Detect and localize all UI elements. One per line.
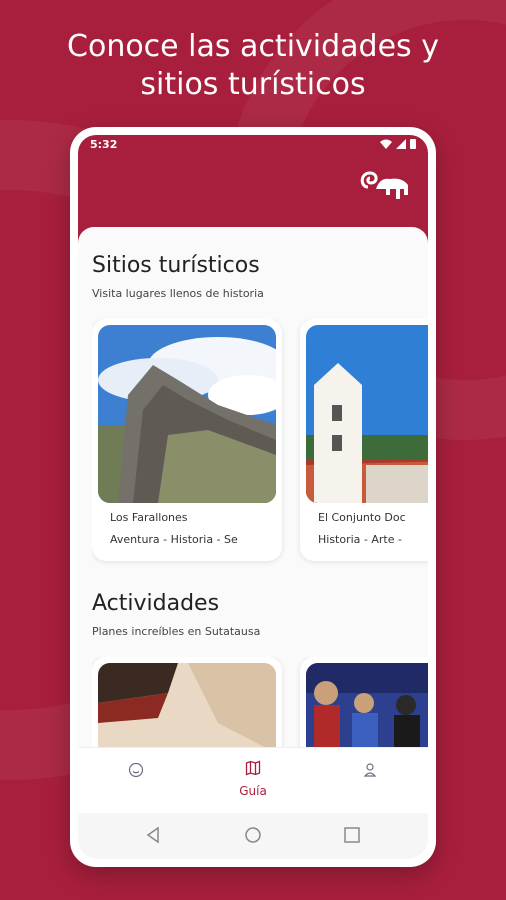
- recents-icon[interactable]: [342, 825, 362, 845]
- site-card[interactable]: Los Farallones Aventura - Historia - Se: [92, 319, 282, 561]
- nav-label-guia: Guía: [239, 784, 267, 798]
- nav-item-home[interactable]: [78, 748, 194, 814]
- user-icon: [363, 763, 377, 777]
- sites-title: Sitios turísticos: [92, 253, 260, 278]
- bottom-navigation: Guía: [78, 747, 428, 814]
- activities-carousel[interactable]: [92, 657, 428, 747]
- site-name: Los Farallones: [110, 511, 188, 524]
- headline-line-2: sitios turísticos: [140, 67, 366, 102]
- activity-card[interactable]: [92, 657, 282, 747]
- back-icon[interactable]: [144, 825, 164, 845]
- system-navigation-bar: [78, 813, 428, 859]
- nav-item-profile[interactable]: [312, 748, 428, 814]
- map-icon: [245, 760, 261, 776]
- status-icons: [378, 137, 418, 154]
- site-image-conjunto: [306, 325, 428, 503]
- site-name: El Conjunto Doc: [318, 511, 406, 524]
- status-time: 5:32: [90, 138, 118, 151]
- site-tags: Historia - Arte -: [318, 533, 402, 546]
- app-logo: [358, 165, 414, 205]
- site-image-farallones: [98, 325, 276, 503]
- smiley-icon: [128, 762, 144, 778]
- wifi-icon: [380, 139, 392, 149]
- sites-carousel[interactable]: Los Farallones Aventura - Historia - Se: [92, 319, 428, 569]
- site-card[interactable]: El Conjunto Doc Historia - Arte -: [300, 319, 428, 561]
- activities-subtitle: Planes increíbles en Sutatausa: [92, 625, 261, 638]
- home-icon[interactable]: [243, 825, 263, 845]
- content-sheet: Sitios turísticos Visita lugares llenos …: [78, 227, 428, 747]
- signal-icon: [396, 139, 406, 149]
- promo-headline: Conoce las actividades y sitios turístic…: [0, 28, 506, 104]
- sites-subtitle: Visita lugares llenos de historia: [92, 287, 264, 300]
- site-tags: Aventura - Historia - Se: [110, 533, 238, 546]
- battery-icon: [410, 139, 416, 149]
- status-bar: 5:32: [78, 135, 428, 155]
- headline-line-1: Conoce las actividades y: [67, 29, 439, 64]
- activities-title: Actividades: [92, 591, 220, 616]
- nav-item-guia[interactable]: Guía: [195, 748, 311, 814]
- activity-card[interactable]: [300, 657, 428, 747]
- phone-frame: 5:32 Sitios turísticos Visita lugares ll…: [70, 127, 436, 867]
- activity-image-2: [306, 663, 428, 747]
- activity-image-1: [98, 663, 276, 747]
